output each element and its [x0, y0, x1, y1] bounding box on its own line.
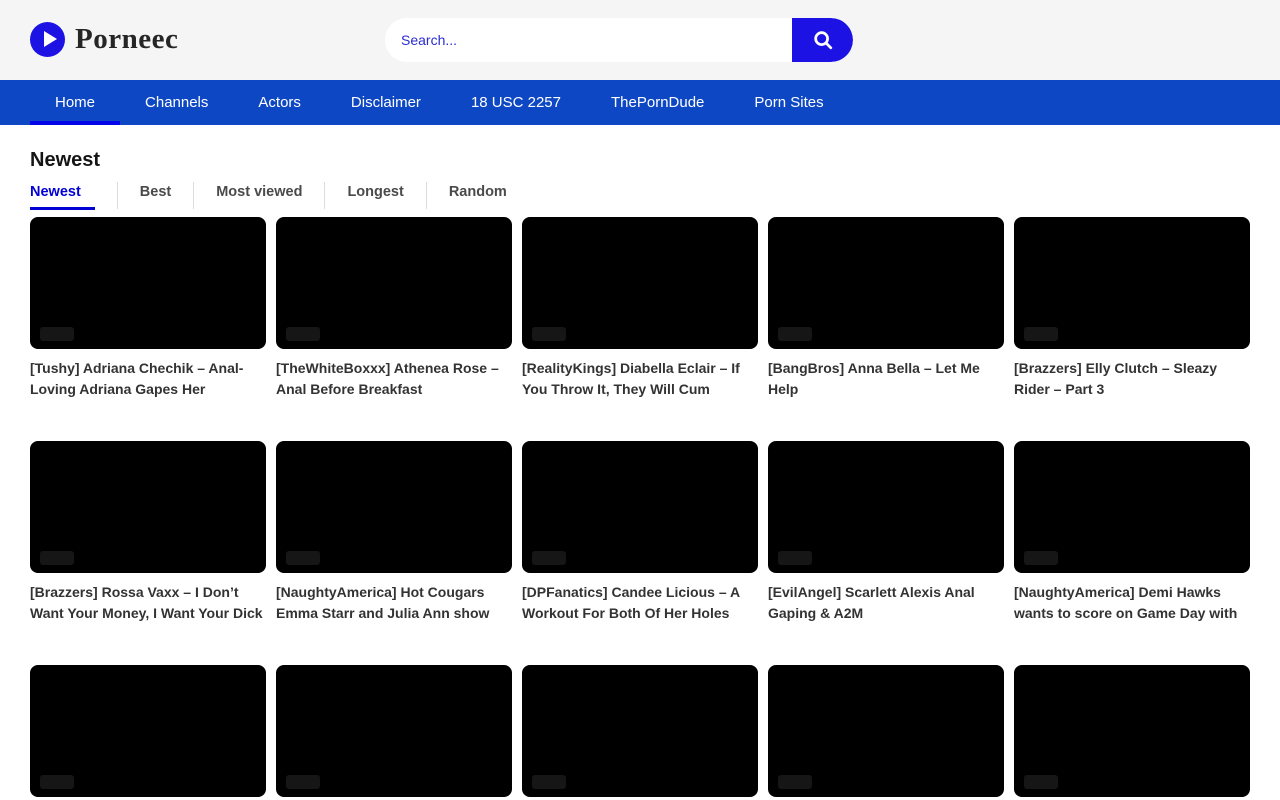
video-thumbnail[interactable]: [30, 217, 266, 349]
video-thumbnail[interactable]: [1014, 217, 1250, 349]
play-icon: [30, 22, 65, 57]
nav-item-porn-sites[interactable]: Porn Sites: [729, 80, 848, 125]
video-thumbnail[interactable]: [522, 441, 758, 573]
nav-item-channels[interactable]: Channels: [120, 80, 233, 125]
site-header: Porneec: [0, 0, 1280, 80]
duration-badge: [532, 551, 566, 565]
video-card: [276, 665, 512, 797]
duration-badge: [40, 551, 74, 565]
duration-badge: [778, 775, 812, 789]
video-title[interactable]: [DPFanatics] Candee Licious – A Workout …: [522, 582, 758, 624]
video-thumbnail[interactable]: [276, 441, 512, 573]
video-thumbnail[interactable]: [768, 441, 1004, 573]
video-thumbnail[interactable]: [522, 665, 758, 797]
search-icon: [812, 29, 834, 51]
sort-tabs: Newest Best Most viewed Longest Random: [30, 182, 1250, 209]
main-nav: HomeChannelsActorsDisclaimer18 USC 2257T…: [0, 80, 1280, 125]
video-card: [1014, 665, 1250, 797]
tab-label: Newest: [30, 184, 95, 210]
duration-badge: [778, 327, 812, 341]
duration-badge: [40, 327, 74, 341]
video-thumbnail[interactable]: [30, 441, 266, 573]
duration-badge: [1024, 775, 1058, 789]
video-thumbnail[interactable]: [522, 217, 758, 349]
tab-label: Most viewed: [216, 184, 302, 200]
video-grid: [Tushy] Adriana Chechik – Anal-Loving Ad…: [30, 217, 1250, 797]
tab-random[interactable]: Random: [426, 182, 529, 209]
duration-badge: [778, 551, 812, 565]
video-title[interactable]: [TheWhiteBoxxx] Athenea Rose – Anal Befo…: [276, 358, 512, 400]
video-card: [BangBros] Anna Bella – Let Me Help: [768, 217, 1004, 400]
video-thumbnail[interactable]: [30, 665, 266, 797]
video-title[interactable]: [NaughtyAmerica] Demi Hawks wants to sco…: [1014, 582, 1250, 624]
video-title[interactable]: [RealityKings] Diabella Eclair – If You …: [522, 358, 758, 400]
duration-badge: [286, 551, 320, 565]
duration-badge: [286, 327, 320, 341]
nav-item-disclaimer[interactable]: Disclaimer: [326, 80, 446, 125]
nav-list: HomeChannelsActorsDisclaimer18 USC 2257T…: [30, 80, 1280, 125]
duration-badge: [40, 775, 74, 789]
page-title: Newest: [30, 148, 1250, 172]
video-thumbnail[interactable]: [768, 665, 1004, 797]
tab-newest[interactable]: Newest: [30, 182, 117, 209]
duration-badge: [1024, 327, 1058, 341]
video-card: [NaughtyAmerica] Demi Hawks wants to sco…: [1014, 441, 1250, 624]
video-title[interactable]: [NaughtyAmerica] Hot Cougars Emma Starr …: [276, 582, 512, 624]
duration-badge: [532, 775, 566, 789]
main-content: Newest Newest Best Most viewed Longest Rando…: [30, 148, 1250, 797]
video-card: [RealityKings] Diabella Eclair – If You …: [522, 217, 758, 400]
video-card: [DPFanatics] Candee Licious – A Workout …: [522, 441, 758, 624]
video-card: [Brazzers] Elly Clutch – Sleazy Rider – …: [1014, 217, 1250, 400]
video-title[interactable]: [Brazzers] Rossa Vaxx – I Don’t Want You…: [30, 582, 266, 624]
tab-label: Best: [140, 184, 171, 200]
site-logo-text: Porneec: [75, 23, 178, 56]
duration-badge: [1024, 551, 1058, 565]
search-input[interactable]: [385, 18, 792, 62]
tab-most-viewed[interactable]: Most viewed: [193, 182, 324, 209]
tab-best[interactable]: Best: [117, 182, 193, 209]
video-card: [522, 665, 758, 797]
video-thumbnail[interactable]: [768, 217, 1004, 349]
duration-badge: [286, 775, 320, 789]
video-title[interactable]: [EvilAngel] Scarlett Alexis Anal Gaping …: [768, 582, 1004, 624]
video-thumbnail[interactable]: [276, 665, 512, 797]
tab-label: Longest: [347, 184, 403, 200]
search-form: [385, 18, 853, 62]
nav-item-actors[interactable]: Actors: [233, 80, 326, 125]
video-card: [Brazzers] Rossa Vaxx – I Don’t Want You…: [30, 441, 266, 624]
video-card: [EvilAngel] Scarlett Alexis Anal Gaping …: [768, 441, 1004, 624]
video-card: [768, 665, 1004, 797]
tab-longest[interactable]: Longest: [324, 182, 425, 209]
video-card: [Tushy] Adriana Chechik – Anal-Loving Ad…: [30, 217, 266, 400]
duration-badge: [532, 327, 566, 341]
nav-item-18-usc-2257[interactable]: 18 USC 2257: [446, 80, 586, 125]
video-title[interactable]: [Brazzers] Elly Clutch – Sleazy Rider – …: [1014, 358, 1250, 400]
video-card: [NaughtyAmerica] Hot Cougars Emma Starr …: [276, 441, 512, 624]
video-title[interactable]: [Tushy] Adriana Chechik – Anal-Loving Ad…: [30, 358, 266, 400]
tab-label: Random: [449, 184, 507, 200]
video-thumbnail[interactable]: [1014, 441, 1250, 573]
video-thumbnail[interactable]: [276, 217, 512, 349]
nav-item-theporndude[interactable]: ThePornDude: [586, 80, 729, 125]
nav-item-home[interactable]: Home: [30, 80, 120, 125]
video-title[interactable]: [BangBros] Anna Bella – Let Me Help: [768, 358, 1004, 400]
site-logo[interactable]: Porneec: [30, 22, 178, 57]
video-thumbnail[interactable]: [1014, 665, 1250, 797]
video-card: [TheWhiteBoxxx] Athenea Rose – Anal Befo…: [276, 217, 512, 400]
search-button[interactable]: [792, 18, 853, 62]
video-card: [30, 665, 266, 797]
